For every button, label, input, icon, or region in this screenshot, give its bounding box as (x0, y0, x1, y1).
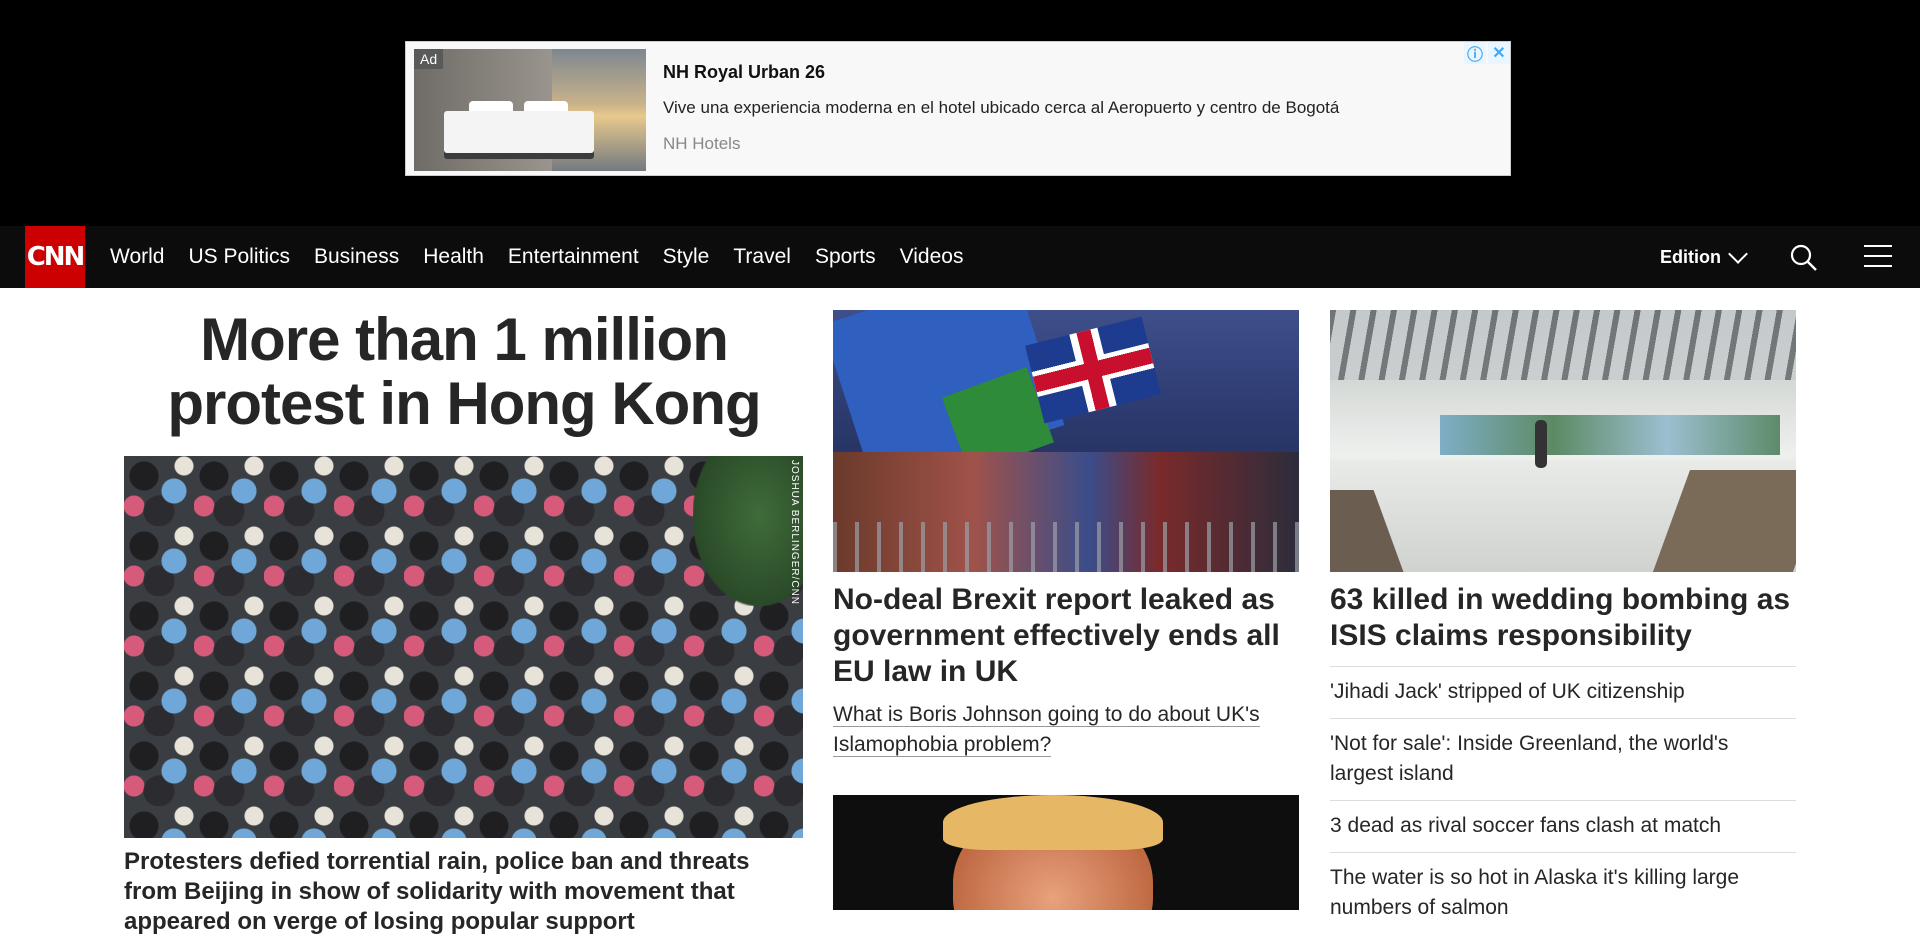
list-item[interactable]: 'Not for sale': Inside Greenland, the wo… (1330, 718, 1796, 800)
ad-description[interactable]: Vive una experiencia moderna en el hotel… (663, 98, 1339, 118)
nav-link-travel[interactable]: Travel (733, 245, 791, 269)
brexit-image[interactable] (833, 310, 1299, 572)
brexit-headline[interactable]: No-deal Brexit report leaked as governme… (833, 582, 1293, 690)
related-link-text[interactable]: What is Boris Johnson going to do about … (833, 703, 1260, 757)
ad-title[interactable]: NH Royal Urban 26 (663, 62, 825, 83)
nav-links: World US Politics Business Health Entert… (110, 226, 987, 288)
nav-link-sports[interactable]: Sports (815, 245, 876, 269)
nav-link-style[interactable]: Style (663, 245, 710, 269)
nav-link-us-politics[interactable]: US Politics (188, 245, 290, 269)
ad-close-icon[interactable]: ✕ (1488, 42, 1510, 64)
hero-image[interactable]: JOSHUA BERLINGER/CNN (124, 456, 803, 838)
list-item[interactable]: 3 dead as rival soccer fans clash at mat… (1330, 800, 1796, 852)
ad-banner-area: Ad NH Royal Urban 26 Vive una experienci… (0, 0, 1920, 226)
list-item[interactable]: 'Jihadi Jack' stripped of UK citizenship (1330, 666, 1796, 718)
trump-image[interactable] (833, 795, 1299, 910)
menu-icon[interactable] (1864, 245, 1892, 269)
bombing-headline[interactable]: 63 killed in wedding bombing as ISIS cla… (1330, 582, 1796, 654)
hero-headline[interactable]: More than 1 million protest in Hong Kong (124, 308, 804, 436)
related-link[interactable]: What is Boris Johnson going to do about … (833, 700, 1293, 760)
nav-link-videos[interactable]: Videos (900, 245, 964, 269)
ad-info-icon[interactable]: ⓘ (1464, 42, 1486, 64)
list-item[interactable]: The water is so hot in Alaska it's killi… (1330, 852, 1796, 934)
edition-selector[interactable]: Edition (1660, 226, 1748, 288)
chevron-down-icon (1728, 244, 1748, 264)
hero-image-credit: JOSHUA BERLINGER/CNN (789, 460, 800, 606)
nav-link-health[interactable]: Health (423, 245, 484, 269)
nav-link-business[interactable]: Business (314, 245, 399, 269)
hero-caption[interactable]: Protesters defied torrential rain, polic… (124, 847, 804, 937)
nav-link-world[interactable]: World (110, 245, 164, 269)
ad-hotel-image[interactable] (414, 49, 646, 171)
cnn-logo[interactable]: CNN (25, 226, 85, 288)
edition-label: Edition (1660, 246, 1721, 267)
ad-controls: ⓘ ✕ (1462, 42, 1510, 64)
nav-link-entertainment[interactable]: Entertainment (508, 245, 639, 269)
headline-list: 'Jihadi Jack' stripped of UK citizenship… (1330, 666, 1796, 934)
bombing-image[interactable] (1330, 310, 1796, 572)
ad-brand[interactable]: NH Hotels (663, 134, 740, 154)
ad-box[interactable]: Ad NH Royal Urban 26 Vive una experienci… (405, 41, 1511, 176)
main-nav: CNN World US Politics Business Health En… (0, 226, 1920, 288)
search-icon[interactable] (1789, 243, 1817, 271)
ad-label: Ad (414, 49, 444, 69)
